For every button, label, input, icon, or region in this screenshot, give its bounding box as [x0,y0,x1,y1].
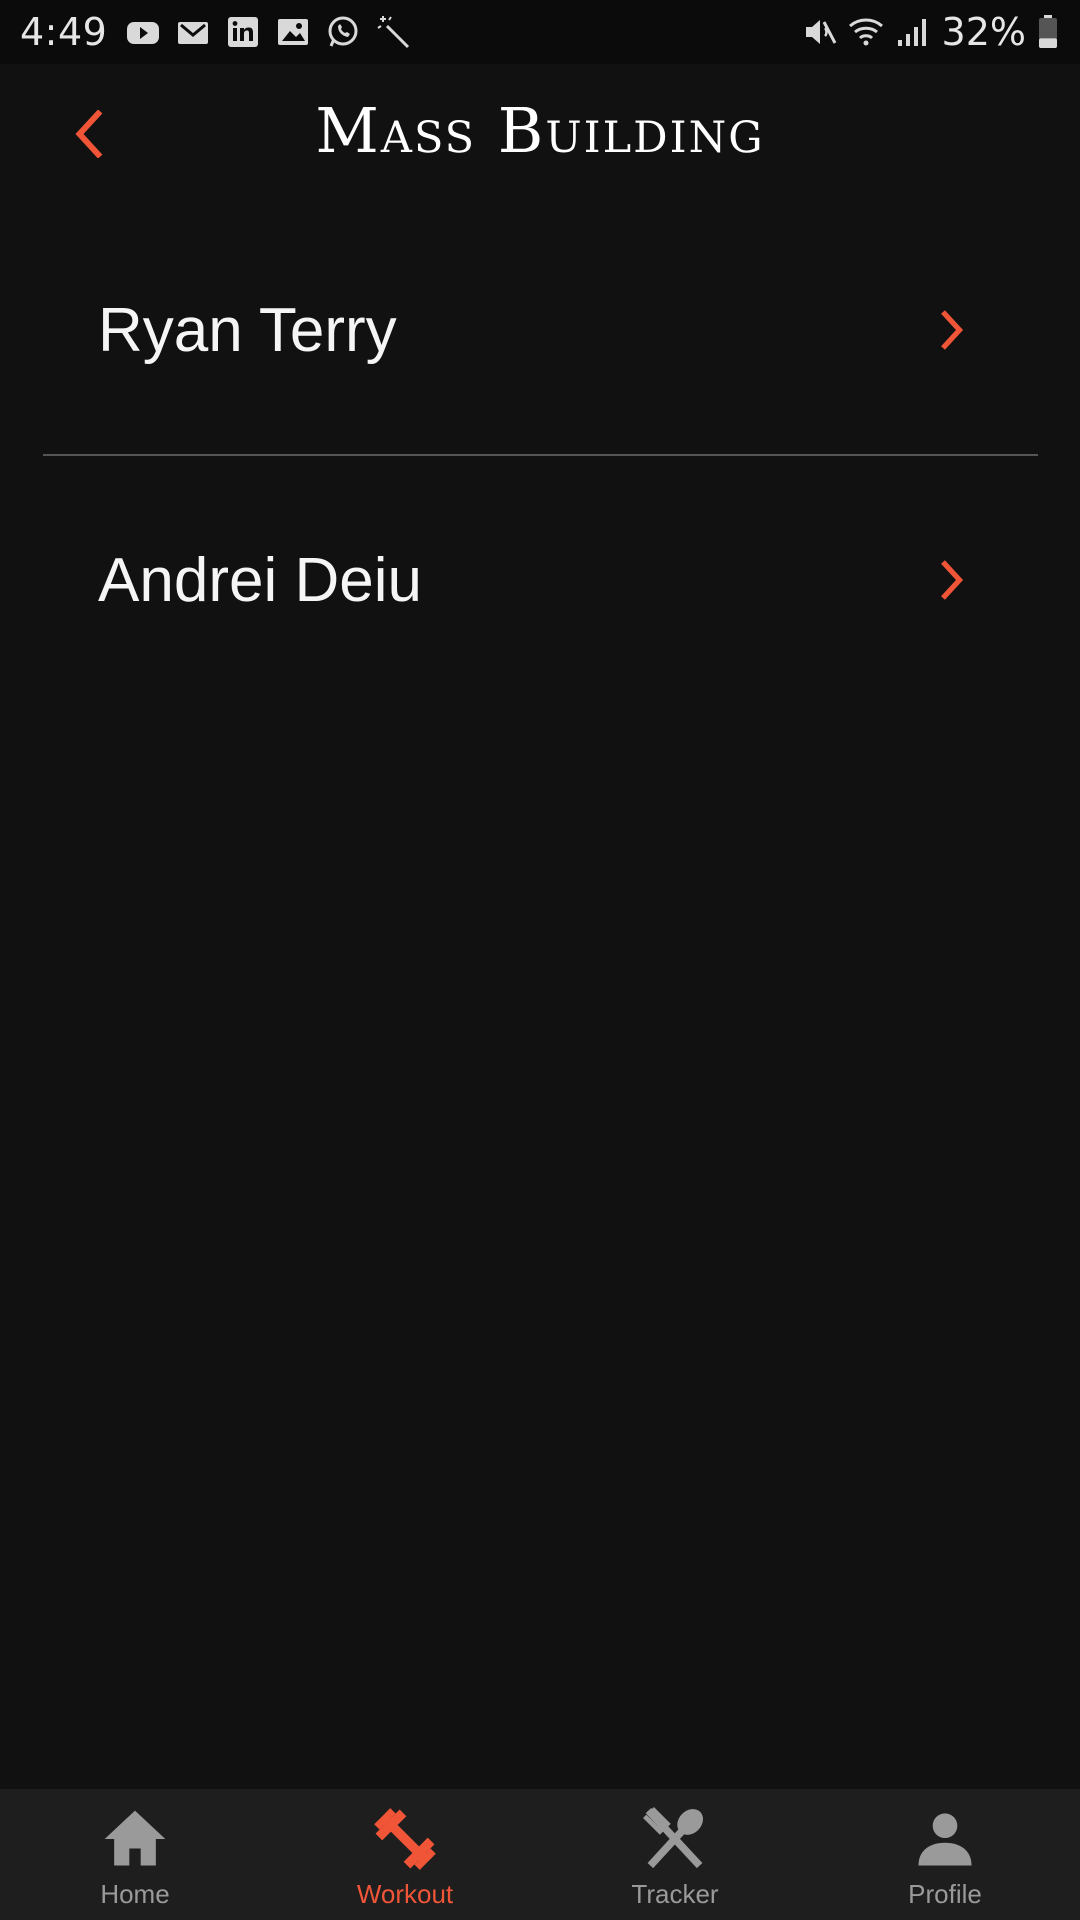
nav-item-workout[interactable]: Workout [270,1789,540,1920]
page-title: Mass Building [315,94,765,167]
nav-label-profile: Profile [908,1879,982,1909]
notification-icons [125,14,411,50]
status-bar: 4:49 32% [0,0,1080,64]
app-header: Mass Building [0,64,1080,206]
nav-label-tracker: Tracker [631,1879,719,1909]
linkedin-icon [225,14,261,50]
app-screen: 4:49 32% Mass Building Ryan Terry Andrei… [0,0,1080,1920]
nav-item-profile[interactable]: Profile [810,1789,1080,1920]
mute-icon [802,14,838,50]
status-time: 4:49 [20,10,108,54]
chevron-right-icon [932,306,972,354]
utensils-icon [637,1801,713,1877]
trainer-list: Ryan Terry Andrei Deiu [0,206,1080,704]
list-item-label: Andrei Deiu [98,545,422,615]
gallery-icon [275,14,311,50]
chevron-right-icon [932,556,972,604]
system-icons: 32% [802,10,1060,54]
youtube-icon [125,14,161,50]
whatsapp-icon [325,14,361,50]
list-item-label: Ryan Terry [98,295,397,365]
battery-percent: 32% [941,10,1026,54]
bottom-nav: Home Workout Tracker Profile [0,1789,1080,1920]
nav-item-tracker[interactable]: Tracker [540,1789,810,1920]
list-item-ryan-terry[interactable]: Ryan Terry [0,206,1080,454]
home-icon [97,1801,173,1877]
person-icon [907,1801,983,1877]
gmail-icon [175,14,211,50]
magic-wand-icon [375,14,411,50]
list-item-andrei-deiu[interactable]: Andrei Deiu [0,456,1080,704]
battery-icon [1036,14,1060,50]
nav-label-home: Home [100,1879,170,1909]
wifi-icon [848,14,884,50]
signal-icon [894,14,930,50]
dumbbell-icon [367,1801,443,1877]
nav-label-workout: Workout [356,1879,454,1909]
nav-item-home[interactable]: Home [0,1789,270,1920]
